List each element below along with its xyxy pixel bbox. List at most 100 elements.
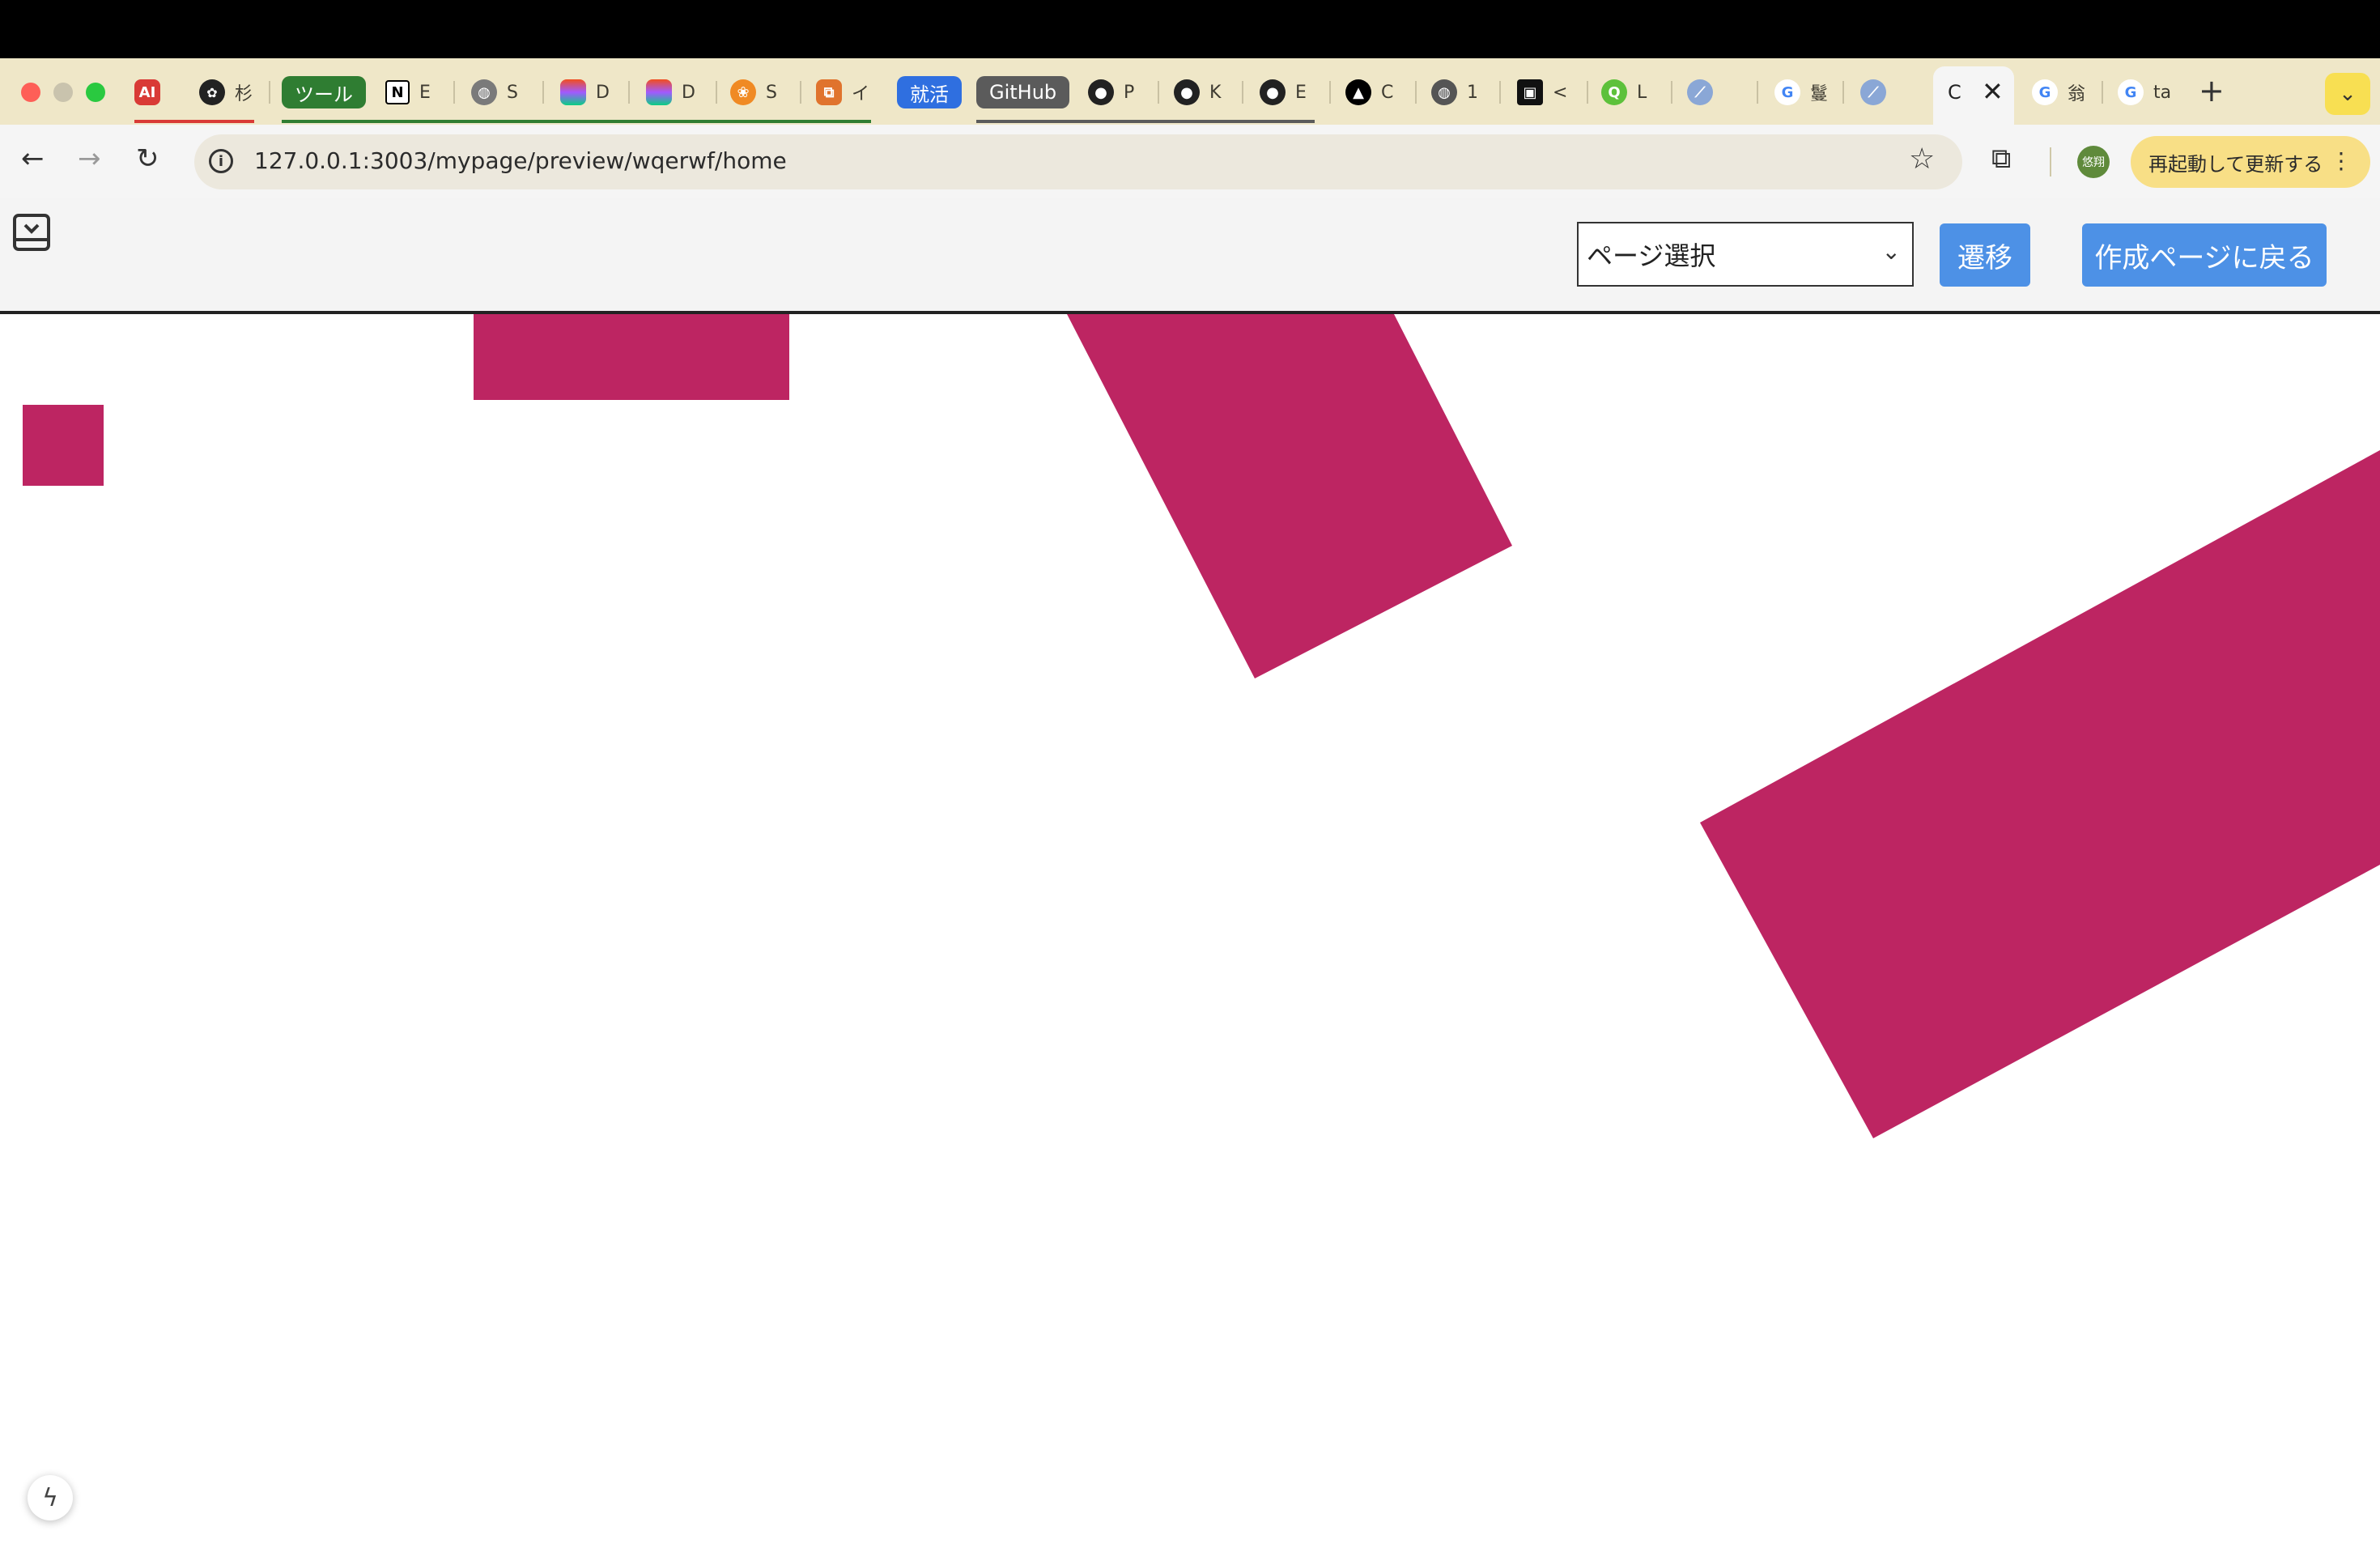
tab-label: C xyxy=(1948,81,1961,104)
github-icon: ● xyxy=(1088,79,1114,105)
globe-icon: ◍ xyxy=(1431,79,1457,105)
tab-label: 鬘 xyxy=(1810,84,1829,104)
tab-pen[interactable]: ⟋ xyxy=(1687,71,1713,113)
canvas-shape-square xyxy=(23,405,104,486)
navigate-button[interactable]: 遷移 xyxy=(1940,223,2030,287)
url-text[interactable]: 127.0.0.1:3003/mypage/preview/wqerwf/hom… xyxy=(254,147,787,174)
window-close-button[interactable] xyxy=(21,83,40,102)
tab-separator xyxy=(628,81,630,104)
more-menu-icon[interactable]: ⋮ xyxy=(2330,147,2352,174)
tab-separator xyxy=(1415,81,1417,104)
ai-icon: AI xyxy=(134,79,160,105)
relaunch-label: 再起動して更新する xyxy=(2148,152,2323,176)
tab-group-tools[interactable]: ツール xyxy=(282,76,366,108)
new-tab-button[interactable]: + xyxy=(2199,73,2225,108)
tab-separator xyxy=(2102,81,2103,104)
tab-separator xyxy=(542,81,544,104)
window-maximize-button[interactable] xyxy=(86,83,105,102)
tab-app[interactable]: ⧉ イ xyxy=(816,71,869,113)
app-icon: ⧉ xyxy=(816,79,842,105)
tab-google-2[interactable]: G 翁 xyxy=(2032,71,2085,113)
github-icon: ● xyxy=(1260,79,1286,105)
figma-icon xyxy=(646,79,672,105)
reload-icon[interactable]: ↻ xyxy=(136,142,159,175)
pen-icon: ⟋ xyxy=(1687,79,1713,105)
page-select-label: ページ選択 xyxy=(1587,240,1716,271)
drawer-toggle-icon[interactable] xyxy=(11,212,52,253)
tab-close-icon[interactable]: ✕ xyxy=(1982,76,2004,107)
tab-code[interactable]: ▣ < xyxy=(1517,71,1567,113)
tab-separator xyxy=(1499,81,1501,104)
tab-search[interactable]: Q L xyxy=(1601,71,1647,113)
forward-arrow-icon[interactable]: → xyxy=(78,142,101,175)
tab-github-p[interactable]: ● P xyxy=(1088,71,1134,113)
tab-globe[interactable]: ◍ S xyxy=(471,71,518,113)
tab-google-3[interactable]: G ta xyxy=(2118,71,2171,113)
bookmark-star-icon[interactable]: ☆ xyxy=(1909,142,1935,176)
tab-group-line xyxy=(282,120,871,123)
tab-group-job[interactable]: 就活 xyxy=(897,76,962,108)
tab-google-1[interactable]: G 鬘 xyxy=(1774,71,1828,113)
tab-group-line xyxy=(134,120,254,123)
google-icon: G xyxy=(1774,79,1800,105)
tab-label: イ xyxy=(852,84,870,104)
tab-separator xyxy=(1329,81,1331,104)
tab-label: 1 xyxy=(1467,82,1478,103)
tab-figma-1[interactable]: D xyxy=(560,71,610,113)
figma-icon xyxy=(560,79,586,105)
canvas-shape-rect-top xyxy=(474,314,789,400)
tab-label: C xyxy=(1381,82,1394,103)
notion-icon: N xyxy=(385,80,410,104)
tab-separator xyxy=(1671,81,1672,104)
dev-tools-badge[interactable]: ϟ xyxy=(28,1475,73,1520)
tab-separator xyxy=(1587,81,1588,104)
tab-vercel[interactable]: ▲ C xyxy=(1345,71,1393,113)
tab-label: P xyxy=(1124,82,1135,103)
github-icon: ● xyxy=(1174,79,1200,105)
tab-separator xyxy=(1158,81,1159,104)
google-icon: G xyxy=(2118,79,2144,105)
tab-label: D xyxy=(596,82,610,103)
tab-tool[interactable]: ❀ S xyxy=(730,71,777,113)
avatar[interactable]: 悠翔 xyxy=(2077,146,2110,178)
tab-separator xyxy=(1757,81,1758,104)
tab-notion[interactable]: N E xyxy=(385,71,431,113)
site-info-icon[interactable]: i xyxy=(209,149,233,173)
tab-github-k[interactable]: ● K xyxy=(1174,71,1221,113)
back-to-editor-button[interactable]: 作成ページに戻る xyxy=(2082,223,2327,287)
canvas-shape-diagonal-bar xyxy=(1700,450,2380,1138)
preview-canvas xyxy=(23,314,2380,1138)
tab-group-github[interactable]: GitHub xyxy=(976,76,1070,108)
page-select-dropdown[interactable]: ページ選択 ⌄ xyxy=(1577,222,1914,287)
tab-figma-2[interactable]: D xyxy=(646,71,695,113)
pen-icon: ⟋ xyxy=(1860,79,1886,105)
tab-label: E xyxy=(419,82,431,103)
relaunch-update-button[interactable]: 再起動して更新する ⋮ xyxy=(2131,136,2370,188)
tab-separator xyxy=(1242,81,1243,104)
window-minimize-button[interactable] xyxy=(53,83,73,102)
tab-label: K xyxy=(1209,82,1222,103)
toolbar-separator xyxy=(2050,147,2051,176)
extensions-icon[interactable]: ⧉ xyxy=(1991,142,2011,175)
tab-label: D xyxy=(682,82,695,103)
back-arrow-icon[interactable]: ← xyxy=(21,142,45,175)
tab-search-button[interactable]: ⌄ xyxy=(2325,73,2370,115)
tab-ai[interactable]: AI xyxy=(134,71,160,113)
tab-openai[interactable]: ✿ 杉 xyxy=(199,71,253,113)
tab-label: < xyxy=(1553,82,1568,103)
tab-label: L xyxy=(1637,82,1647,103)
canvas-shape-rotated-bar xyxy=(1067,314,1512,678)
tab-separator xyxy=(269,81,270,104)
tool-icon: ❀ xyxy=(730,79,756,105)
google-icon: G xyxy=(2032,79,2058,105)
tab-active[interactable]: C ✕ xyxy=(1933,66,2014,125)
tab-github-e[interactable]: ● E xyxy=(1260,71,1307,113)
chevron-down-icon: ⌄ xyxy=(1881,238,1901,265)
tab-label: 杉 xyxy=(235,84,253,104)
tab-pen-2[interactable]: ⟋ xyxy=(1860,71,1886,113)
menu-bar xyxy=(0,0,2380,58)
tab-globe-2[interactable]: ◍ 1 xyxy=(1431,71,1478,113)
globe-icon: ◍ xyxy=(471,79,497,105)
tab-label: 翁 xyxy=(2068,84,2086,104)
code-icon: ▣ xyxy=(1517,79,1543,105)
